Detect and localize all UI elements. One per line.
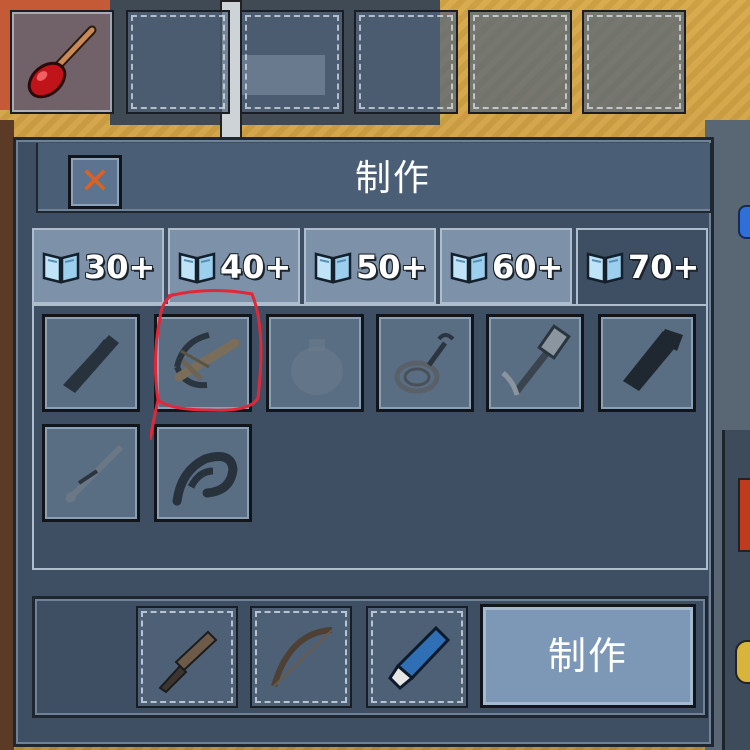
hotbar-slot-2[interactable] (126, 10, 230, 114)
book-icon (314, 252, 352, 284)
knife-icon (158, 630, 218, 694)
whip-icon (172, 452, 238, 506)
grappling-hook-icon (394, 333, 455, 394)
tab-50[interactable]: 50+ (304, 228, 436, 304)
gold-item-icon (735, 640, 750, 684)
book-icon (42, 252, 80, 284)
book-icon (178, 252, 216, 284)
baton-icon (63, 335, 119, 393)
crossbow-icon (174, 332, 240, 389)
recipe-slot-spiked-club[interactable] (598, 314, 696, 412)
recipe-slot-baton[interactable] (42, 314, 140, 412)
close-x-icon: ✕ (79, 161, 111, 202)
craft-button[interactable]: 制作 (480, 604, 696, 708)
dart-gun-icon (64, 444, 124, 504)
spiked-club-icon (623, 329, 683, 391)
recipe-slot-pot[interactable] (266, 314, 364, 412)
tab-40[interactable]: 40+ (168, 228, 300, 304)
pickaxe-icon (501, 324, 571, 396)
intellect-tabs: 30+ 40+ 50+ 60+ 70+ (32, 228, 708, 306)
recipe-slot-crossbow[interactable] (154, 314, 252, 412)
tab-60[interactable]: 60+ (440, 228, 572, 304)
tab-label: 70+ (628, 248, 700, 286)
hotbar-slot-4[interactable] (354, 10, 458, 114)
blue-gem-icon (738, 205, 750, 239)
red-item-icon (738, 478, 750, 552)
window-title: 制作 (354, 158, 431, 199)
tab-label: 50+ (356, 248, 428, 286)
book-icon (450, 252, 488, 284)
recipe-slot-whip[interactable] (154, 424, 252, 522)
recipe-slot-grappling-hook[interactable] (376, 314, 474, 412)
ingredient-slot-3[interactable] (366, 606, 468, 708)
tab-30[interactable]: 30+ (32, 228, 164, 304)
plunger-icon (27, 25, 97, 99)
hotbar-slot-6[interactable] (582, 10, 686, 114)
pot-icon (291, 339, 343, 395)
book-icon (586, 252, 624, 284)
hotbar-slot-5[interactable] (468, 10, 572, 114)
title-bar: ✕ 制作 (36, 143, 712, 213)
hotbar-slot-3[interactable] (240, 10, 344, 114)
tab-label: 60+ (492, 248, 564, 286)
tab-label: 30+ (84, 248, 156, 286)
tab-label: 40+ (220, 248, 292, 286)
recipe-slot-dart-gun[interactable] (42, 424, 140, 522)
close-button[interactable]: ✕ (68, 155, 122, 209)
tab-70[interactable]: 70+ (576, 228, 708, 306)
glue-tube-icon (388, 625, 451, 691)
recipe-slot-pickaxe[interactable] (486, 314, 584, 412)
bow-icon (271, 627, 333, 687)
hotbar-slot-1[interactable] (10, 10, 114, 114)
left-edge (0, 120, 14, 750)
ingredient-slot-2[interactable] (250, 606, 352, 708)
hotbar (10, 10, 690, 114)
craft-button-label: 制作 (547, 634, 628, 678)
ingredient-slot-1[interactable] (136, 606, 238, 708)
